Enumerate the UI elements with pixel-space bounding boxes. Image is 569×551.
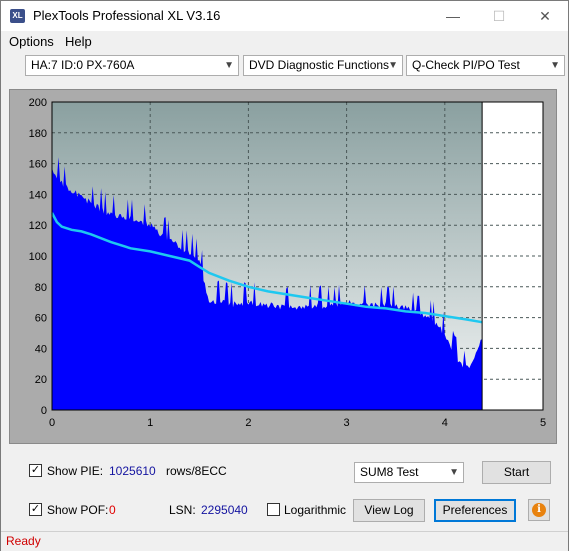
y-tick-label: 40 xyxy=(35,343,47,355)
pof-value: 0 xyxy=(109,503,116,517)
toolbar: HA:7 ID:0 PX-760A ▼ DVD Diagnostic Funct… xyxy=(1,53,568,79)
lsn-label: LSN: xyxy=(169,503,196,517)
y-tick-label: 80 xyxy=(35,282,47,294)
x-tick-label: 2 xyxy=(245,417,251,429)
status-bar: Ready xyxy=(1,531,568,551)
app-window: XL PlexTools Professional XL V3.16 — ☐ ✕… xyxy=(0,0,569,551)
y-tick-label: 160 xyxy=(29,159,47,171)
y-tick-label: 100 xyxy=(29,251,47,263)
lsn-value: 2295040 xyxy=(201,503,248,517)
control-panel: ✓ Show PIE: 1025610 rows/8ECC SUM8 Test … xyxy=(9,451,562,525)
chart-panel: 0 20 40 60 80 100 120 140 160 180 200 0 1 2 3 4 5 xyxy=(9,89,557,444)
chevron-down-icon: ▼ xyxy=(550,60,560,71)
x-tick-label: 5 xyxy=(540,417,546,429)
pie-unit: rows/8ECC xyxy=(166,464,227,478)
minimize-button[interactable]: — xyxy=(430,1,476,31)
x-tick-label: 1 xyxy=(147,417,153,429)
y-tick-label: 200 xyxy=(29,97,47,109)
y-tick-label: 140 xyxy=(29,189,47,201)
view-log-button[interactable]: View Log xyxy=(353,499,425,522)
x-tick-label: 3 xyxy=(344,417,350,429)
status-text: Ready xyxy=(6,534,41,548)
maximize-button[interactable]: ☐ xyxy=(476,1,522,31)
function-select[interactable]: DVD Diagnostic Functions ▼ xyxy=(243,55,403,76)
window-title: PlexTools Professional XL V3.16 xyxy=(33,8,221,23)
test-select-value: Q-Check PI/PO Test xyxy=(412,58,520,72)
function-select-value: DVD Diagnostic Functions xyxy=(249,58,390,72)
close-button[interactable]: ✕ xyxy=(522,1,568,31)
y-tick-label: 20 xyxy=(35,374,47,386)
logarithmic-checkbox[interactable] xyxy=(267,503,280,516)
x-tick-label: 4 xyxy=(442,417,448,429)
show-pof-label: Show POF: xyxy=(47,503,109,517)
menu-help[interactable]: Help xyxy=(65,34,92,49)
title-bar: XL PlexTools Professional XL V3.16 — ☐ ✕ xyxy=(1,1,568,31)
menu-options[interactable]: Options xyxy=(9,34,54,49)
y-tick-label: 60 xyxy=(35,313,47,325)
drive-select[interactable]: HA:7 ID:0 PX-760A ▼ xyxy=(25,55,239,76)
show-pie-label: Show PIE: xyxy=(47,464,104,478)
start-button[interactable]: Start xyxy=(482,461,551,484)
preferences-button[interactable]: Preferences xyxy=(434,499,516,522)
y-tick-label: 0 xyxy=(41,405,47,417)
y-tick-label: 180 xyxy=(29,128,47,140)
show-pie-checkbox[interactable]: ✓ xyxy=(29,464,42,477)
drive-select-value: HA:7 ID:0 PX-760A xyxy=(31,58,135,72)
menu-bar: Options Help xyxy=(1,32,568,52)
x-tick-label: 0 xyxy=(49,417,55,429)
test-select[interactable]: Q-Check PI/PO Test ▼ xyxy=(406,55,565,76)
info-button[interactable]: i xyxy=(528,499,550,521)
chevron-down-icon: ▼ xyxy=(224,60,234,71)
show-pof-checkbox[interactable]: ✓ xyxy=(29,503,42,516)
y-tick-label: 120 xyxy=(29,220,47,232)
pie-value: 1025610 xyxy=(109,464,156,478)
chevron-down-icon: ▼ xyxy=(449,467,459,478)
logarithmic-label: Logarithmic xyxy=(284,503,347,517)
info-icon: i xyxy=(532,503,546,517)
pie-pof-chart: 0 20 40 60 80 100 120 140 160 180 200 0 1 2 3 4 5 xyxy=(29,97,546,429)
sum-test-value: SUM8 Test xyxy=(360,465,419,479)
sum-test-select[interactable]: SUM8 Test ▼ xyxy=(354,462,464,483)
chevron-down-icon: ▼ xyxy=(388,60,398,71)
plextools-logo-icon: XL xyxy=(10,9,25,23)
